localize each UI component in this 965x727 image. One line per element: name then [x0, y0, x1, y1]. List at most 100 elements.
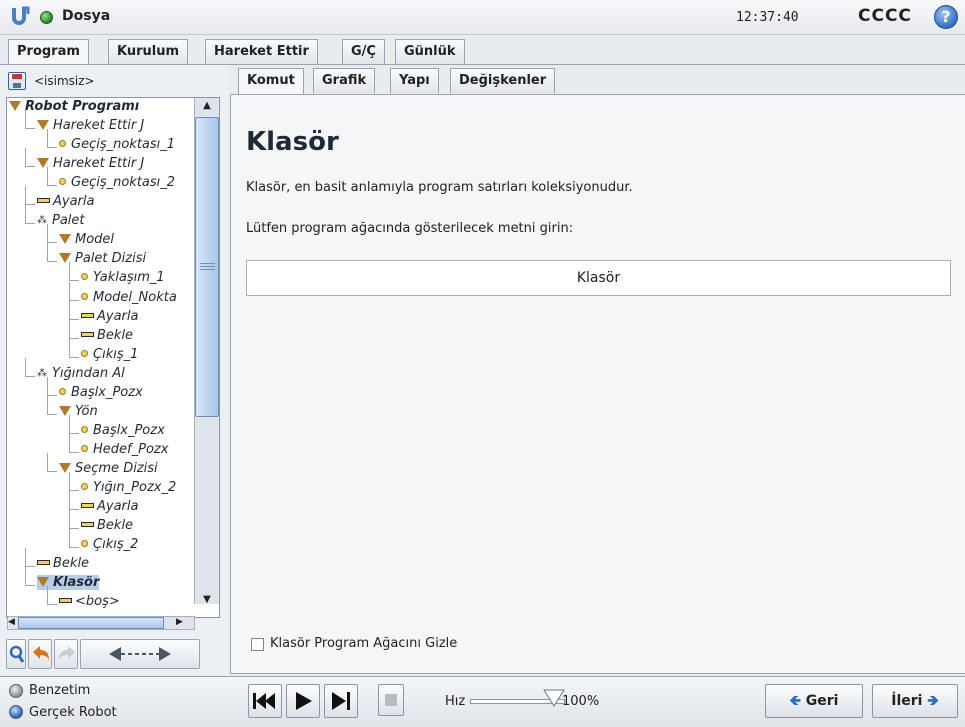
tree-node[interactable]: Bekle [81, 518, 133, 533]
tree-connector [69, 509, 79, 511]
real-robot-label: Gerçek Robot [29, 705, 117, 720]
tree-scroll-thumb[interactable] [195, 117, 219, 417]
tree-node[interactable]: <boş> [59, 594, 120, 609]
tree-connector [47, 224, 48, 243]
tree-node-label: Model [75, 232, 115, 248]
tree-node[interactable]: Model_Nokta [81, 290, 177, 305]
back-button-label: Geri [805, 693, 839, 709]
real-robot-radio[interactable] [9, 705, 23, 719]
tree-connector [69, 280, 79, 282]
tree-node-label: Başlx_Pozx [71, 384, 143, 400]
clock: 12:37:40 [736, 10, 799, 25]
hide-program-tree-checkbox[interactable] [251, 638, 264, 651]
tab-gunluk[interactable]: Günlük [395, 39, 465, 64]
skip-to-start-button[interactable] [248, 684, 282, 718]
tab-kurulum[interactable]: Kurulum [108, 39, 189, 64]
help-icon[interactable]: ? [934, 5, 958, 29]
tab-program[interactable]: Program [8, 39, 89, 66]
tree-node[interactable]: Robot Programı [9, 99, 139, 114]
tree-connector [47, 261, 57, 263]
tree-node[interactable]: Hareket Ettir J [37, 118, 144, 133]
command-bar-icon [81, 331, 94, 337]
tree-node[interactable]: Başlx_Pozx [81, 423, 165, 438]
tree-connector [47, 129, 48, 148]
tab-grafik[interactable]: Grafik [313, 68, 376, 93]
redo-button[interactable] [54, 639, 78, 669]
tree-node[interactable]: Yığın_Pozx_2 [81, 480, 176, 495]
arrow-left-icon: 🡸 [789, 693, 801, 709]
tree-node[interactable]: Hedef_Pozx [81, 442, 168, 457]
next-button[interactable]: İleri 🡺 [872, 684, 958, 718]
tree-node-label: Yığından Al [52, 365, 125, 381]
tree-node-label: Seçme Dizisi [75, 460, 158, 476]
tree-node-label: Hedef_Pozx [93, 441, 169, 457]
command-bar-icon [81, 312, 94, 318]
tree-node[interactable]: Yaklaşım_1 [81, 270, 165, 285]
step-forward-button[interactable] [324, 684, 358, 718]
play-button[interactable] [286, 684, 320, 718]
scroll-down-arrow-icon[interactable]: ▼ [198, 594, 216, 608]
tree-node-label: Çıkış_2 [93, 537, 139, 553]
stop-button[interactable] [378, 684, 404, 716]
tree-connector [69, 472, 70, 490]
tree-node-label: Ayarla [97, 499, 139, 515]
scroll-left-arrow-icon[interactable]: ◀ [8, 617, 15, 627]
command-bar-icon [81, 522, 94, 528]
tree-node[interactable]: Çıkış_2 [81, 537, 138, 552]
tree-node[interactable]: Geçiş_noktası_1 [59, 137, 175, 152]
tree-node[interactable]: Ayarla [37, 194, 94, 209]
tree-node[interactable]: Bekle [81, 328, 133, 343]
expand-collapse-button[interactable] [80, 639, 200, 669]
tree-node[interactable]: Geçiş_noktası_2 [59, 175, 175, 190]
tree-node-label: Hareket Ettir J [53, 118, 145, 134]
folder-name-input[interactable] [246, 260, 951, 296]
tab-degiskenler[interactable]: Değişkenler [450, 68, 556, 93]
tree-node-label: Yığın_Pozx_2 [93, 480, 177, 495]
folder-triangle-icon [9, 101, 21, 111]
tree-node-label: Geçiş_noktası_2 [71, 175, 176, 191]
tree-connector [47, 413, 57, 415]
tree-connector [25, 186, 26, 205]
tree-hscroll-thumb[interactable] [18, 617, 164, 629]
tree-connector [69, 337, 79, 339]
scroll-up-arrow-icon[interactable]: ▲ [198, 100, 216, 114]
waypoint-icon [59, 140, 66, 148]
tree-connector [69, 529, 70, 548]
tab-hareket-ettir[interactable]: Hareket Ettir [205, 39, 318, 64]
simulation-radio[interactable] [9, 684, 23, 698]
tree-connector [69, 300, 70, 319]
back-button[interactable]: 🡸 Geri [765, 684, 863, 718]
tab-komut[interactable]: Komut [238, 68, 304, 95]
tree-node[interactable]: Palet Dizisi [59, 251, 146, 266]
tree-connector [47, 604, 57, 606]
tree-node[interactable]: Ayarla [81, 499, 138, 514]
tree-node[interactable]: Bekle [37, 556, 89, 571]
scroll-right-arrow-icon[interactable]: ▶ [176, 617, 183, 627]
search-button[interactable] [6, 639, 26, 669]
tree-node[interactable]: Ayarla [81, 309, 138, 324]
tree-node[interactable]: ⁂ Palet [37, 213, 85, 228]
folder-triangle-icon [59, 234, 71, 245]
ur-logo-icon [12, 6, 30, 25]
undo-button[interactable] [28, 639, 52, 669]
tree-connector [25, 566, 35, 568]
tab-gc[interactable]: G/Ç [342, 39, 385, 64]
tree-node[interactable]: Seçme Dizisi [59, 461, 158, 476]
tree-connector [47, 395, 48, 414]
tree-connector [47, 470, 57, 472]
tree-node[interactable]: ⁂ Yığından Al [37, 366, 125, 381]
tree-connector [69, 319, 70, 338]
program-tree[interactable]: Robot Programı Hareket Ettir J Geçiş_nokta… [6, 97, 220, 618]
save-icon[interactable] [8, 72, 26, 90]
tree-connector [25, 223, 35, 225]
tree-node[interactable]: Hareket Ettir J [37, 156, 144, 171]
tree-node[interactable]: Yön [59, 404, 98, 419]
tree-connector [69, 491, 70, 510]
tree-node[interactable]: Model [59, 232, 114, 247]
tree-connector [47, 243, 48, 262]
tree-node[interactable]: Çıkış_1 [81, 347, 138, 362]
tree-node[interactable]: Başlx_Pozx [59, 385, 143, 400]
command-bar-icon [37, 560, 50, 566]
tab-yapi[interactable]: Yapı [390, 68, 439, 93]
file-menu[interactable]: Dosya [62, 8, 110, 24]
